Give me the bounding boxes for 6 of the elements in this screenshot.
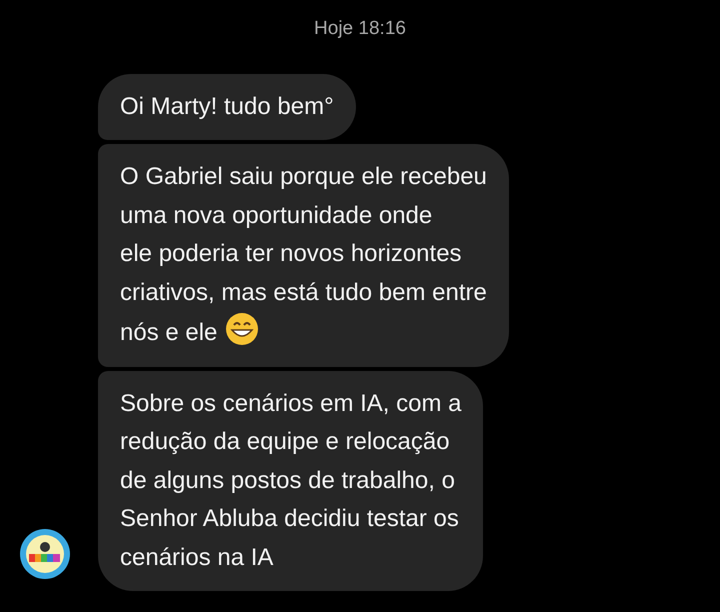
date-timestamp: Hoje 18:16 bbox=[314, 17, 406, 41]
grinning-face-icon bbox=[225, 312, 260, 346]
message-text: Oi Marty! tudo bem° bbox=[120, 92, 334, 122]
message-text: O Gabriel saiu porque ele recebeu uma nova oportunidade onde ele poderia ter novos horizontes criativos, mas está tudo bem entre nós e ele bbox=[120, 162, 487, 348]
message-text: Sobre os cenários em IA, com a redução da equipe e relocação de alguns postos de trabalho, o Senhor Abluba decidiu testar os cenários na IA bbox=[120, 388, 462, 572]
avatar-icon[interactable] bbox=[20, 529, 70, 579]
